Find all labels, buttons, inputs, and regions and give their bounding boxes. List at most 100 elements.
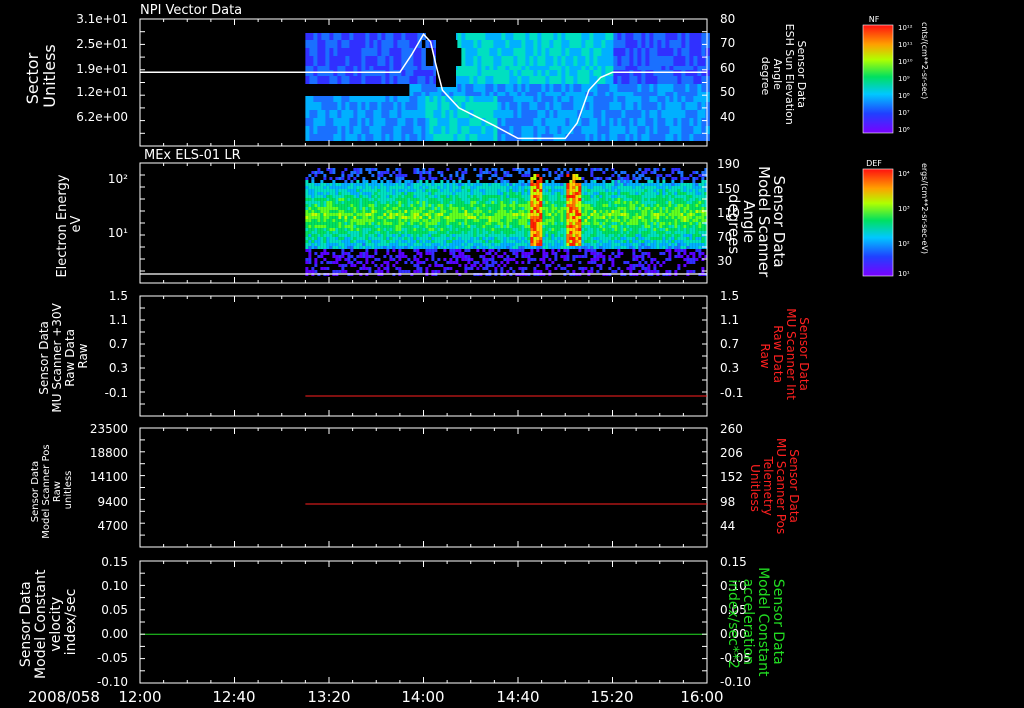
- heat-cell: [485, 56, 490, 66]
- heat-cell: [677, 243, 681, 246]
- heat-cell: [455, 213, 459, 216]
- heat-cell: [563, 192, 567, 195]
- heat-cell: [341, 56, 346, 66]
- heat-cell: [620, 234, 624, 237]
- heat-cell: [565, 56, 570, 66]
- heat-cell: [527, 189, 531, 192]
- heat-cell: [566, 171, 570, 174]
- heat-cell: [549, 92, 554, 96]
- heat-cell: [633, 126, 638, 134]
- heat-cell: [446, 207, 450, 210]
- heat-cell: [662, 180, 666, 183]
- heat-cell: [413, 225, 417, 228]
- heat-cell: [515, 189, 519, 192]
- heat-cell: [623, 201, 627, 204]
- heat-cell: [509, 92, 514, 96]
- heat-cell: [494, 201, 498, 204]
- heat-cell: [644, 252, 648, 255]
- heat-cell: [626, 267, 630, 270]
- heat-cell: [446, 201, 450, 204]
- heat-cell: [629, 204, 633, 207]
- heat-cell: [668, 225, 672, 228]
- heat-cell: [644, 210, 648, 213]
- heat-cell: [473, 186, 477, 189]
- heat-cell: [458, 264, 462, 267]
- heat-cell: [392, 219, 396, 222]
- heat-cell: [614, 228, 618, 231]
- heat-cell: [305, 210, 309, 213]
- heat-cell: [605, 92, 610, 96]
- heat-cell: [482, 171, 486, 174]
- heat-cell: [641, 84, 646, 92]
- heat-cell: [371, 225, 375, 228]
- heat-cell: [458, 195, 462, 198]
- heat-cell: [467, 183, 471, 186]
- heat-cell: [393, 48, 398, 56]
- heat-cell: [629, 180, 633, 183]
- heat-cell: [377, 219, 381, 222]
- heat-cell: [635, 177, 639, 180]
- heat-cell: [437, 207, 441, 210]
- heat-cell: [359, 255, 363, 258]
- heat-cell: [461, 231, 465, 234]
- heat-cell: [599, 201, 603, 204]
- heat-cell: [413, 243, 417, 246]
- heat-cell: [671, 228, 675, 231]
- heat-cell: [674, 201, 678, 204]
- heat-cell: [381, 110, 386, 118]
- heat-cell: [413, 258, 417, 261]
- heat-cell: [389, 210, 393, 213]
- heat-cell: [601, 96, 606, 102]
- heat-cell: [404, 219, 408, 222]
- heat-cell: [407, 195, 411, 198]
- heat-cell: [362, 204, 366, 207]
- heat-cell: [449, 228, 453, 231]
- heat-cell: [467, 225, 471, 228]
- heat-cell: [647, 240, 651, 243]
- heat-cell: [341, 126, 346, 134]
- heat-cell: [614, 180, 618, 183]
- heat-cell: [623, 207, 627, 210]
- heat-cell: [590, 222, 594, 225]
- heat-cell: [677, 66, 682, 70]
- heat-cell: [317, 171, 321, 174]
- heat-cell: [596, 183, 600, 186]
- heat-cell: [455, 219, 459, 222]
- heat-cell: [572, 246, 576, 249]
- heat-cell: [554, 219, 558, 222]
- heat-cell: [625, 56, 630, 66]
- heat-cell: [685, 48, 690, 56]
- heat-cell: [617, 231, 621, 234]
- heat-cell: [389, 258, 393, 261]
- heat-cell: [515, 261, 519, 264]
- heat-cell: [505, 40, 510, 48]
- heat-cell: [575, 189, 579, 192]
- heat-cell: [433, 134, 438, 141]
- heat-cell: [425, 192, 429, 195]
- heat-cell: [467, 207, 471, 210]
- heat-cell: [344, 168, 348, 171]
- heat-cell: [482, 204, 486, 207]
- heat-cell: [458, 252, 462, 255]
- heat-cell: [524, 201, 528, 204]
- heat-cell: [545, 210, 549, 213]
- heat-cell: [506, 228, 510, 231]
- heat-cell: [584, 189, 588, 192]
- heat-cell: [548, 234, 552, 237]
- heat-cell: [677, 76, 682, 84]
- heat-cell: [314, 207, 318, 210]
- heat-cell: [365, 192, 369, 195]
- heat-cell: [401, 231, 405, 234]
- heat-cell: [515, 243, 519, 246]
- heat-cell: [542, 207, 546, 210]
- heat-cell: [554, 189, 558, 192]
- heat-cell: [661, 40, 666, 48]
- heat-cell: [446, 222, 450, 225]
- heat-cell: [421, 76, 426, 84]
- heat-cell: [488, 270, 492, 273]
- heat-cell: [491, 243, 495, 246]
- heat-cell: [689, 118, 694, 126]
- heat-cell: [560, 243, 564, 246]
- heat-cell: [659, 183, 663, 186]
- heat-cell: [629, 270, 633, 273]
